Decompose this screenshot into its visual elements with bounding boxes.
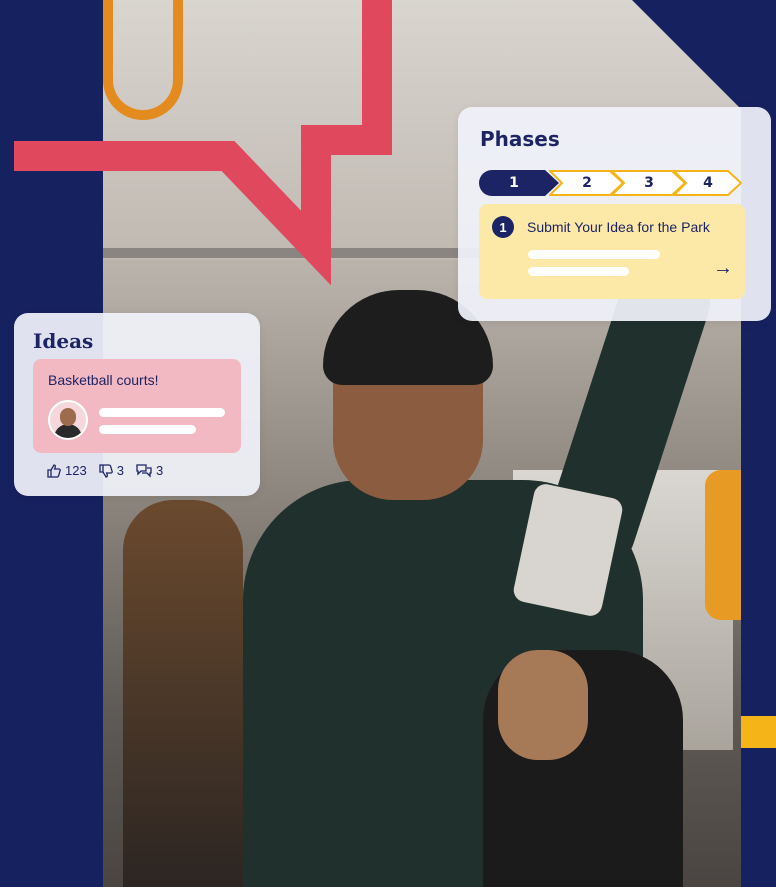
phase-step-1[interactable]: 1 bbox=[479, 170, 559, 196]
ideas-card: Ideas Basketball courts! 123 3 3 bbox=[14, 313, 260, 496]
task-number-badge: 1 bbox=[492, 216, 514, 238]
phase-task-card[interactable]: 1 Submit Your Idea for the Park → bbox=[479, 204, 745, 299]
placeholder-line bbox=[528, 267, 629, 276]
arrow-right-icon[interactable]: → bbox=[713, 257, 733, 280]
likes-stat[interactable]: 123 bbox=[47, 463, 87, 478]
thumbs-down-icon bbox=[99, 463, 113, 478]
phase-step-label: 2 bbox=[582, 175, 592, 191]
likes-count: 123 bbox=[65, 463, 87, 478]
dislikes-stat[interactable]: 3 bbox=[99, 463, 124, 478]
phase-step-label: 3 bbox=[644, 175, 654, 191]
hand-strap bbox=[103, 0, 183, 120]
phase-stepper: 1 2 3 4 bbox=[479, 170, 743, 196]
placeholder-line bbox=[99, 425, 196, 434]
photo-corner-cut bbox=[632, 0, 741, 110]
task-title: Submit Your Idea for the Park bbox=[527, 219, 710, 235]
background-person-right-head bbox=[498, 650, 588, 760]
placeholder-line bbox=[528, 250, 660, 259]
user-avatar bbox=[48, 400, 88, 440]
comments-stat[interactable]: 3 bbox=[136, 463, 163, 478]
idea-title: Basketball courts! bbox=[48, 372, 159, 388]
comments-count: 3 bbox=[155, 463, 164, 478]
idea-stats: 123 3 3 bbox=[47, 463, 163, 478]
phases-card: Phases 1 2 3 4 1 Submit Your Idea for th… bbox=[458, 107, 771, 321]
orange-accent bbox=[705, 470, 741, 620]
comments-icon bbox=[136, 463, 152, 478]
placeholder-line bbox=[99, 408, 225, 417]
thumbs-up-icon bbox=[47, 463, 61, 478]
phases-title: Phases bbox=[480, 127, 560, 151]
phase-step-label: 1 bbox=[509, 175, 519, 191]
phase-step-label: 4 bbox=[703, 175, 713, 191]
idea-item[interactable]: Basketball courts! bbox=[33, 359, 241, 453]
yellow-accent bbox=[741, 716, 776, 748]
phase-step-4[interactable]: 4 bbox=[673, 170, 743, 196]
ideas-title: Ideas bbox=[33, 329, 94, 353]
dislikes-count: 3 bbox=[116, 463, 124, 478]
